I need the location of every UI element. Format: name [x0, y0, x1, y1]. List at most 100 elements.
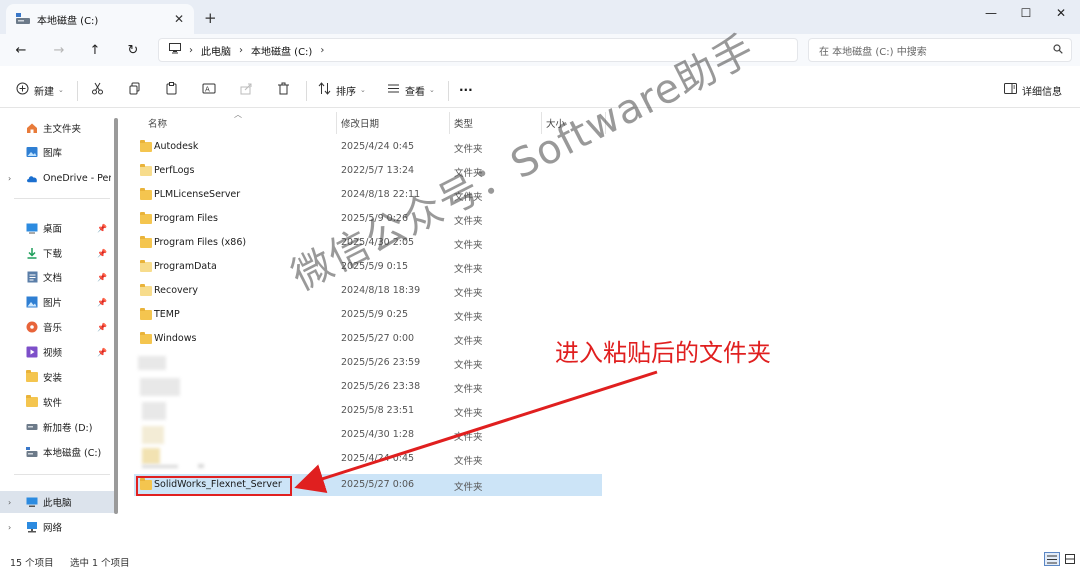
folder-icon — [140, 188, 152, 200]
sidebar-item-onedrive[interactable]: › OneDrive - Per — [0, 167, 116, 189]
sidebar-item-label: 文档 — [43, 273, 63, 284]
folder-icon — [140, 332, 152, 344]
file-date: 2025/5/27 0:06 — [341, 479, 415, 490]
sidebar-item-label: 安装 — [43, 373, 63, 384]
file-type: 文件夹 — [454, 408, 483, 419]
toolbar-divider — [448, 81, 449, 101]
sidebar-item-drive-d[interactable]: 新加卷 (D:) — [0, 416, 116, 438]
rename-icon: A — [202, 82, 216, 99]
file-name: TEMP — [154, 309, 180, 320]
sidebar-item-drive-c[interactable]: 本地磁盘 (C:) — [0, 441, 116, 463]
sidebar-item-home[interactable]: 主文件夹 — [0, 117, 116, 139]
sidebar-item-this-pc[interactable]: › 此电脑 — [0, 491, 116, 513]
file-type: 文件夹 — [454, 336, 483, 347]
drive-icon — [16, 13, 30, 25]
tab-title: 本地磁盘 (C:) — [37, 15, 99, 27]
details-view-toggle[interactable] — [1044, 552, 1060, 566]
blurred-region — [142, 465, 178, 468]
tab-local-disk[interactable]: 本地磁盘 (C:) ✕ — [6, 4, 194, 34]
view-button[interactable]: 查看 ⌄ — [387, 81, 435, 99]
view-label: 查看 — [405, 86, 425, 98]
sidebar-item-label: OneDrive - Per — [43, 172, 111, 184]
column-divider[interactable] — [449, 112, 450, 134]
file-date: 2025/4/24 0:45 — [341, 453, 415, 464]
table-row[interactable]: 2025/4/30 1:28 文件夹 — [134, 424, 602, 446]
sidebar-item-pictures[interactable]: 图片 📌 — [0, 291, 116, 313]
table-row[interactable]: 2025/5/8 23:51 文件夹 — [134, 400, 602, 422]
chevron-right-icon[interactable]: › — [8, 498, 11, 507]
pin-icon[interactable]: 📌 — [97, 224, 107, 233]
chevron-right-icon[interactable]: › — [8, 174, 11, 183]
sidebar-item-software[interactable]: 软件 — [0, 391, 116, 413]
chevron-right-icon[interactable]: › — [8, 523, 11, 532]
tiles-view-toggle[interactable] — [1062, 552, 1078, 566]
column-header-date[interactable]: 修改日期 — [341, 116, 379, 130]
details-pane-button[interactable]: 详细信息 — [1004, 81, 1062, 99]
cut-button[interactable] — [91, 81, 109, 99]
copy-icon — [128, 82, 141, 99]
sidebar-item-music[interactable]: 音乐 📌 — [0, 316, 116, 338]
sort-button[interactable]: 排序 ⌄ — [318, 81, 366, 99]
table-row[interactable]: PLMLicenseServer 2024/8/18 22:11 文件夹 — [134, 184, 602, 206]
file-date: 2025/5/26 23:59 — [341, 357, 421, 368]
pin-icon[interactable]: 📌 — [97, 298, 107, 307]
blurred-region — [138, 356, 166, 370]
refresh-button[interactable]: ↻ — [124, 41, 142, 59]
up-button[interactable]: ↑ — [86, 41, 104, 59]
close-window-button[interactable]: ✕ — [1048, 4, 1074, 22]
pin-icon[interactable]: 📌 — [97, 348, 107, 357]
rename-button[interactable]: A — [202, 81, 221, 99]
column-header-name[interactable]: 名称 — [148, 116, 167, 130]
search-input[interactable]: 在 本地磁盘 (C:) 中搜索 — [808, 38, 1072, 62]
share-button[interactable] — [240, 81, 258, 99]
pin-icon[interactable]: 📌 — [97, 323, 107, 332]
delete-button[interactable] — [277, 81, 295, 99]
sidebar-item-downloads[interactable]: 下载 📌 — [0, 242, 116, 264]
blurred-region — [142, 448, 160, 464]
breadcrumb-this-pc[interactable]: 此电脑 — [201, 43, 231, 58]
sort-label: 排序 — [336, 86, 356, 98]
file-date: 2025/4/24 0:45 — [341, 141, 415, 152]
paste-button[interactable] — [165, 81, 183, 99]
maximize-button[interactable]: ☐ — [1013, 4, 1039, 22]
table-row[interactable]: Recovery 2024/8/18 18:39 文件夹 — [134, 280, 602, 302]
svg-text:A: A — [205, 85, 210, 93]
toolbar-divider — [77, 81, 78, 101]
file-explorer-window: 本地磁盘 (C:) ✕ + — ☐ ✕ ← → ↑ ↻ › 此电脑 › 本地磁盘… — [0, 0, 1080, 570]
copy-button[interactable] — [128, 81, 146, 99]
new-label: 新建 — [34, 86, 54, 98]
chevron-down-icon: ⌄ — [429, 86, 435, 94]
pin-icon[interactable]: 📌 — [97, 273, 107, 282]
pin-icon[interactable]: 📌 — [97, 249, 107, 258]
file-name: PerfLogs — [154, 165, 195, 176]
table-row[interactable]: 2025/5/26 23:59 文件夹 — [134, 352, 602, 374]
folder-icon — [140, 140, 152, 152]
table-row[interactable]: 2025/5/26 23:38 文件夹 — [134, 376, 602, 398]
drive-icon — [26, 446, 38, 458]
close-tab-icon[interactable]: ✕ — [174, 12, 184, 26]
sidebar-item-network[interactable]: › 网络 — [0, 516, 116, 538]
table-row[interactable]: TEMP 2025/5/9 0:25 文件夹 — [134, 304, 602, 326]
sidebar-item-gallery[interactable]: 图库 — [0, 141, 116, 163]
back-button[interactable]: ← — [12, 41, 30, 59]
new-button[interactable]: 新建 ⌄ — [16, 81, 64, 99]
table-row[interactable]: Windows 2025/5/27 0:00 文件夹 — [134, 328, 602, 350]
sidebar-item-videos[interactable]: 视频 📌 — [0, 341, 116, 363]
sidebar-scrollbar[interactable] — [114, 118, 118, 514]
table-row[interactable]: 2025/4/24 0:45 文件夹 — [134, 448, 602, 470]
sidebar-item-documents[interactable]: 文档 📌 — [0, 266, 116, 288]
column-divider[interactable] — [336, 112, 337, 134]
new-tab-button[interactable]: + — [204, 9, 217, 27]
sidebar-item-desktop[interactable]: 桌面 📌 — [0, 217, 116, 239]
plus-circle-icon — [16, 82, 29, 99]
column-header-type[interactable]: 类型 — [454, 116, 473, 130]
sidebar-item-install[interactable]: 安装 — [0, 366, 116, 388]
documents-icon — [26, 271, 38, 283]
more-options-button[interactable]: ··· — [459, 81, 473, 99]
breadcrumb-local-disk[interactable]: 本地磁盘 (C:) — [251, 43, 312, 58]
file-name: PLMLicenseServer — [154, 189, 241, 200]
file-type: 文件夹 — [454, 264, 483, 275]
list-view-icon — [387, 82, 400, 99]
forward-button[interactable]: → — [50, 41, 68, 59]
minimize-button[interactable]: — — [978, 4, 1004, 22]
